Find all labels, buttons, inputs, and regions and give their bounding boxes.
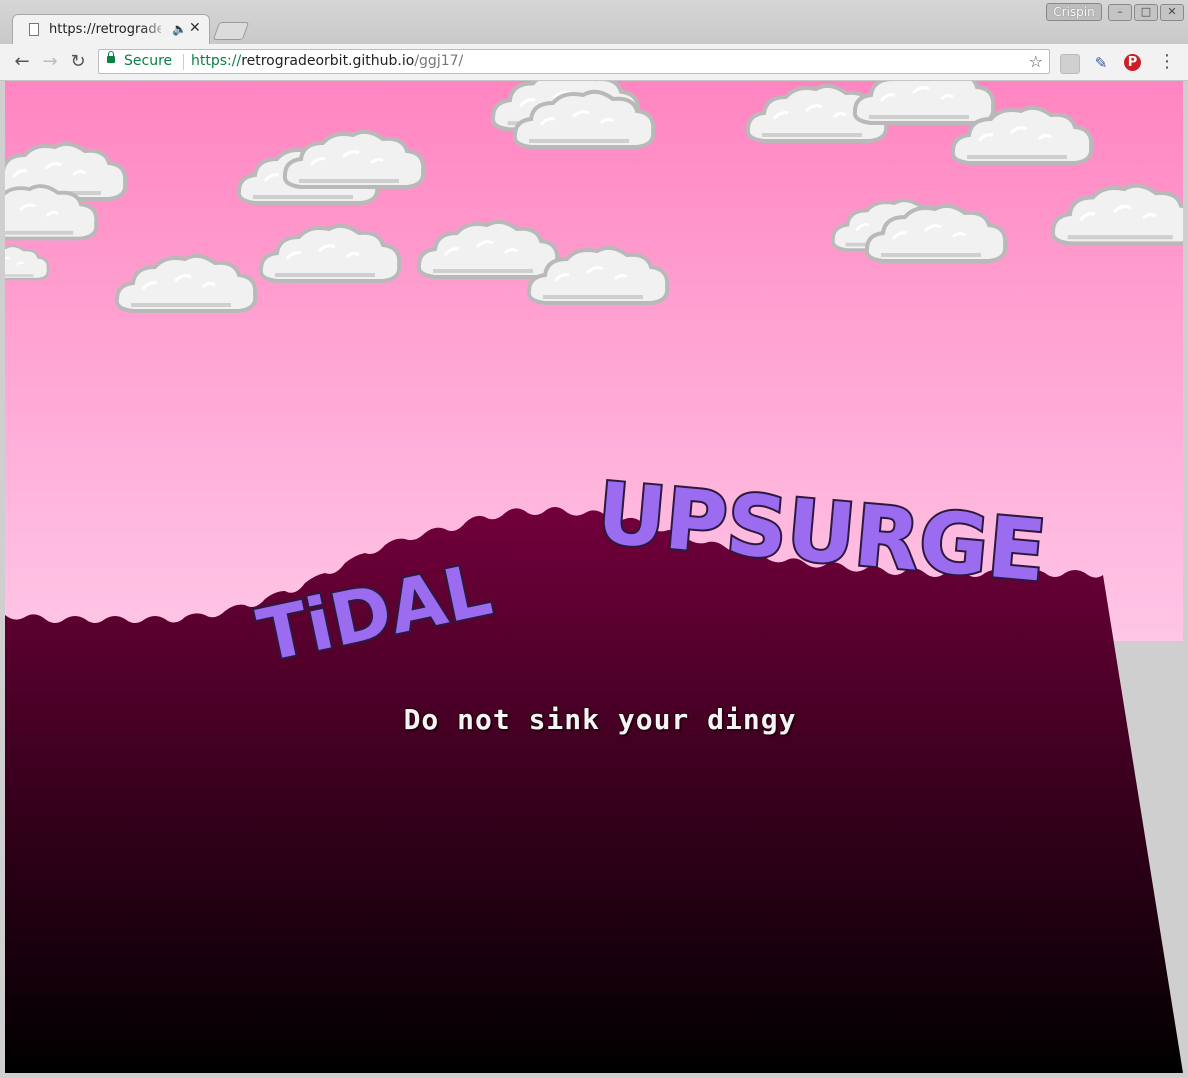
url-host: retrogradeorbit.github.io — [241, 53, 415, 69]
forward-arrow-icon[interactable]: → — [38, 50, 62, 74]
tab-title-fade — [141, 19, 171, 39]
bookmark-star-icon[interactable]: ☆ — [1029, 52, 1043, 71]
reload-icon[interactable]: ↻ — [66, 50, 90, 74]
game-subtitle: Do not sink your dingy — [403, 703, 797, 736]
minimize-button[interactable]: – — [1108, 4, 1132, 21]
url-scheme: https:// — [191, 53, 242, 69]
eyedropper-icon[interactable]: ✎ — [1092, 54, 1110, 72]
page-favicon-icon — [29, 23, 39, 36]
omnibox-separator — [183, 54, 184, 70]
pinterest-icon[interactable]: P — [1124, 54, 1141, 71]
close-tab-icon[interactable]: ✕ — [189, 20, 201, 36]
extension-icon[interactable] — [1060, 54, 1080, 74]
address-bar[interactable]: Secure https://retrogradeorbit.github.io… — [98, 49, 1050, 74]
browser-tab[interactable]: https://retrograde 🔈 ✕ — [12, 14, 210, 45]
new-tab-button[interactable] — [212, 22, 250, 40]
speaker-icon[interactable]: 🔈 — [172, 22, 187, 36]
url-text[interactable]: https://retrogradeorbit.github.io/ggj17/ — [191, 53, 463, 69]
game-canvas[interactable]: TiDAL UPSURGE Do not sink your dingy — [5, 81, 1183, 1073]
game-scene: TiDAL UPSURGE — [5, 81, 1183, 1073]
browser-toolbar: ← → ↻ Secure https://retrogradeorbit.git… — [0, 44, 1188, 81]
profile-button[interactable]: Crispin — [1046, 3, 1102, 21]
browser-menu-icon[interactable]: ⋮ — [1158, 53, 1176, 73]
close-window-button[interactable]: ✕ — [1160, 4, 1184, 21]
window-title-bar: https://retrograde 🔈 ✕ Crispin – □ ✕ — [0, 0, 1188, 45]
maximize-button[interactable]: □ — [1134, 4, 1158, 21]
security-label: Secure — [124, 53, 173, 69]
lock-icon — [107, 51, 115, 63]
url-path: /ggj17/ — [414, 53, 464, 69]
back-arrow-icon[interactable]: ← — [10, 50, 34, 74]
